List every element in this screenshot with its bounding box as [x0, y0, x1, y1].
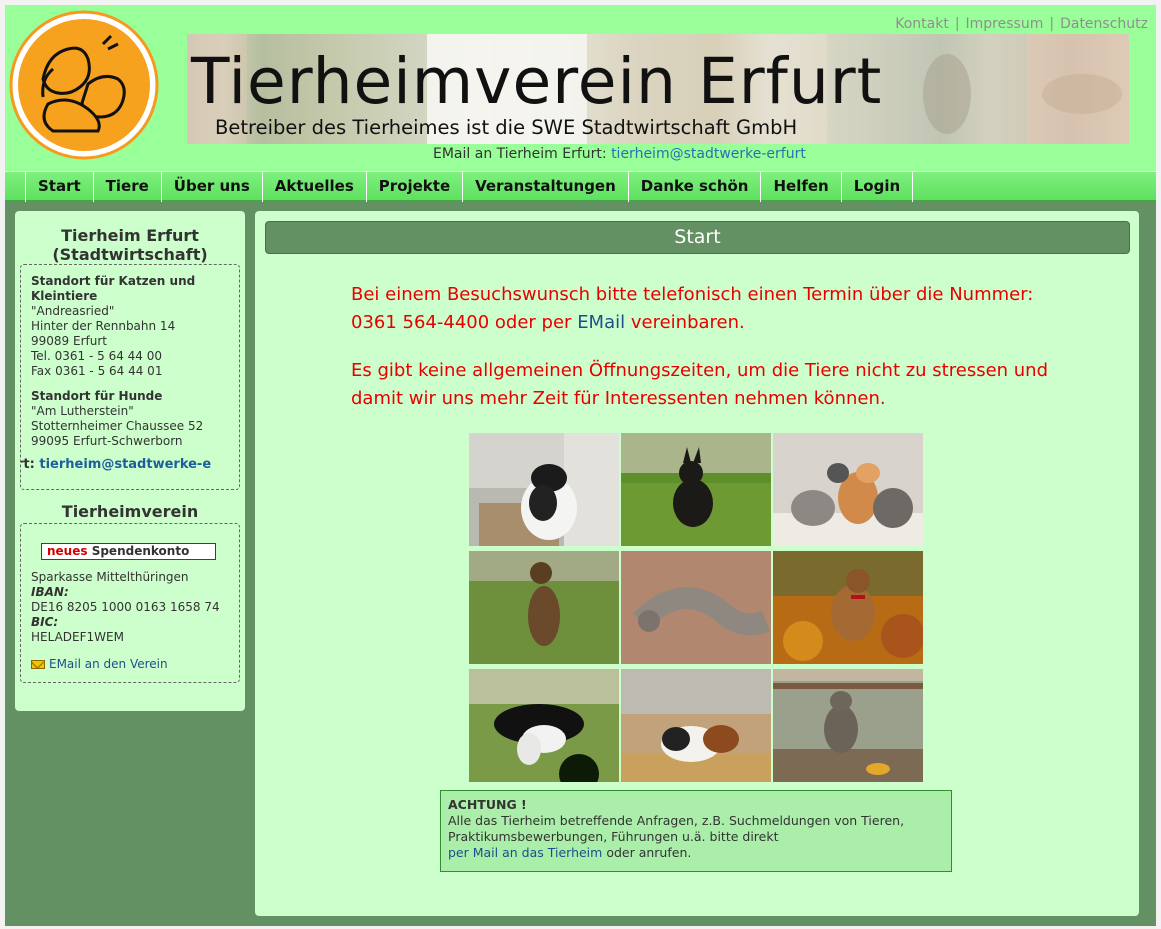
nav-tiere[interactable]: Tiere: [94, 172, 161, 201]
visit-email-link[interactable]: EMail: [577, 312, 625, 333]
achtung-tail: oder anrufen.: [606, 845, 692, 860]
cats-location-heading: Standort für Katzen und Kleintiere: [31, 274, 196, 303]
achtung-notice: ACHTUNG ! Alle das Tierheim betreffende …: [440, 790, 952, 872]
photo-dog-black[interactable]: [621, 433, 771, 546]
nav-start[interactable]: Start: [26, 172, 93, 201]
impressum-link[interactable]: Impressum: [966, 16, 1044, 32]
sidebar: Tierheim Erfurt (Stadtwirtschaft) Stando…: [15, 211, 245, 711]
top-links: Kontakt | Impressum | Datenschutz: [895, 16, 1148, 32]
verein-email-link[interactable]: EMail an den Verein: [49, 657, 168, 671]
bank-name: Sparkasse Mittelthüringen: [31, 570, 189, 584]
bic-value: HELADEF1WEM: [31, 630, 124, 644]
cats-line: Hinter der Rennbahn 14: [31, 319, 176, 333]
dogs-location-heading: Standort für Hunde: [31, 389, 163, 403]
dogs-line: "Am Lutherstein": [31, 404, 134, 418]
header-email-link[interactable]: tierheim@stadtwerke-erfurt: [611, 146, 806, 162]
iban-label: IBAN:: [31, 585, 69, 599]
photo-dog-autumn[interactable]: [773, 551, 923, 664]
nav-veranstaltungen[interactable]: Veranstaltungen: [463, 172, 628, 201]
paw-logo[interactable]: [8, 9, 160, 161]
header-email-prefix: EMail an Tierheim Erfurt:: [433, 146, 607, 162]
site-header: Kontakt | Impressum | Datenschutz Tierheimve…: [5, 5, 1156, 171]
nav-projekte[interactable]: Projekte: [367, 172, 462, 201]
nav-aktuelles[interactable]: Aktuelles: [263, 172, 366, 201]
site-title: Tierheimverein Erfurt: [191, 45, 883, 118]
dogs-line: Stotternheimer Chaussee 52: [31, 419, 204, 433]
sidebar-title-verein: Tierheimverein: [61, 502, 199, 521]
photo-guinea-pigs[interactable]: [621, 669, 771, 782]
nav-danke-schoen[interactable]: Danke schön: [629, 172, 761, 201]
sidebar-email-prefix: rt:: [21, 457, 35, 472]
header-email-line: EMail an Tierheim Erfurt: tierheim@stadt…: [433, 146, 826, 162]
sidebar-email-row: rt: tierheim@stadtwerke-e: [21, 457, 229, 472]
sidebar-title-stadtwirtschaft: (Stadtwirtschaft): [52, 245, 208, 264]
photo-cat-tabby[interactable]: [773, 669, 923, 782]
site-subtitle: Betreiber des Tierheimes ist die SWE Sta…: [215, 116, 798, 139]
achtung-mail-link[interactable]: per Mail an das Tierheim: [448, 845, 602, 860]
photo-dog-lying[interactable]: [469, 669, 619, 782]
sidebar-title-tierheim: Tierheim Erfurt: [61, 226, 199, 245]
achtung-text: Alle das Tierheim betreffende Anfragen, …: [448, 813, 905, 844]
dogs-line: 99095 Erfurt-Schwerborn: [31, 434, 183, 448]
kontakt-link[interactable]: Kontakt: [895, 16, 949, 32]
cats-fax: Fax 0361 - 5 64 44 01: [31, 364, 163, 378]
visit-notice-tail: vereinbaren.: [630, 312, 745, 333]
sidebar-email-link[interactable]: tierheim@stadtwerke-e: [39, 457, 211, 472]
photo-kittens[interactable]: [773, 433, 923, 546]
nav-login[interactable]: Login: [842, 172, 912, 201]
opening-hours-notice: Es gibt keine allgemeinen Öffnungszeiten…: [351, 360, 1049, 409]
verein-email-row: EMail an den Verein: [31, 657, 229, 672]
spendenkonto-badge: neues Spendenkonto: [41, 543, 217, 560]
nav-helfen[interactable]: Helfen: [761, 172, 840, 201]
nav-ueber-uns[interactable]: Über uns: [162, 172, 262, 201]
bic-label: BIC:: [31, 615, 59, 629]
tierheim-address-box: Standort für Katzen und Kleintiere "Andr…: [20, 264, 240, 490]
envelope-icon: [31, 660, 45, 669]
content-heading: Start: [265, 221, 1130, 254]
photo-dog-brown-grass[interactable]: [469, 551, 619, 664]
achtung-title: ACHTUNG !: [448, 797, 527, 812]
photo-bearded-dragon[interactable]: [621, 551, 771, 664]
visit-notice: Bei einem Besuchswunsch bitte telefonisc…: [351, 281, 1051, 337]
iban-value: DE16 8205 1000 0163 1658 74: [31, 600, 220, 614]
datenschutz-link[interactable]: Datenschutz: [1060, 16, 1148, 32]
spende-new-label: neues: [47, 544, 88, 558]
main-content: Start Bei einem Besuchswunsch bitte tele…: [255, 211, 1139, 916]
verein-box: neues Spendenkonto Sparkasse Mittelthüri…: [20, 523, 240, 683]
spende-label: Spendenkonto: [91, 544, 190, 558]
page-frame: Kontakt | Impressum | Datenschutz Tierheimve…: [5, 5, 1156, 926]
cats-line: "Andreasried": [31, 304, 115, 318]
cats-line: 99089 Erfurt: [31, 334, 107, 348]
photo-cat-black-white[interactable]: [469, 433, 619, 546]
animal-photo-grid: [469, 433, 925, 782]
main-nav: Start Tiere Über uns Aktuelles Projekte …: [5, 171, 1156, 202]
cats-phone: Tel. 0361 - 5 64 44 00: [31, 349, 163, 363]
